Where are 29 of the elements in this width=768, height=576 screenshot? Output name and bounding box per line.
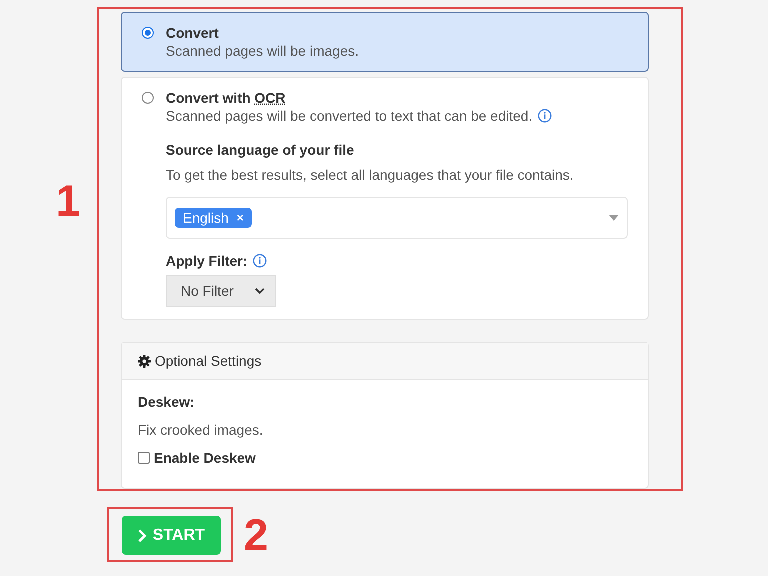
checkbox[interactable] [138, 452, 150, 464]
chevron-icon [138, 528, 147, 542]
hint-text: To get the best results, select all languages that your file contains. [166, 167, 575, 183]
language-select[interactable]: English × [166, 197, 628, 239]
card-title: Optional Settings [155, 353, 262, 369]
info-icon[interactable] [538, 109, 552, 123]
radio-button[interactable] [142, 92, 154, 104]
info-icon[interactable] [252, 254, 267, 268]
chevron-icon [255, 288, 265, 294]
option-title: Convert with OCR [166, 90, 287, 106]
option-description: Scanned pages will be images. [166, 43, 360, 59]
setting-label: Deskew: [138, 394, 196, 410]
remove-tag-button[interactable]: × [236, 211, 244, 225]
radio-button[interactable] [142, 27, 154, 39]
option-card[interactable] [121, 77, 649, 320]
gear-icon [138, 354, 151, 368]
tag-label: English [183, 210, 229, 226]
option-description: Scanned pages will be converted to text that can be edited. [166, 108, 533, 124]
step-number: 1 [56, 180, 80, 224]
caret-icon [609, 215, 619, 221]
field-label: Apply Filter: [166, 253, 248, 269]
filter-select[interactable]: No Filter [166, 275, 276, 307]
checkbox-label: Enable Deskew [154, 450, 256, 466]
step-number: 2 [244, 514, 268, 558]
section-heading: Source language of your file [166, 142, 356, 158]
option-title: Convert [166, 25, 220, 41]
setting-description: Fix crooked images. [138, 422, 264, 438]
option-card[interactable]: Convert Scanned pages will be images. [121, 12, 649, 72]
card-header[interactable]: Optional Settings [122, 343, 648, 380]
